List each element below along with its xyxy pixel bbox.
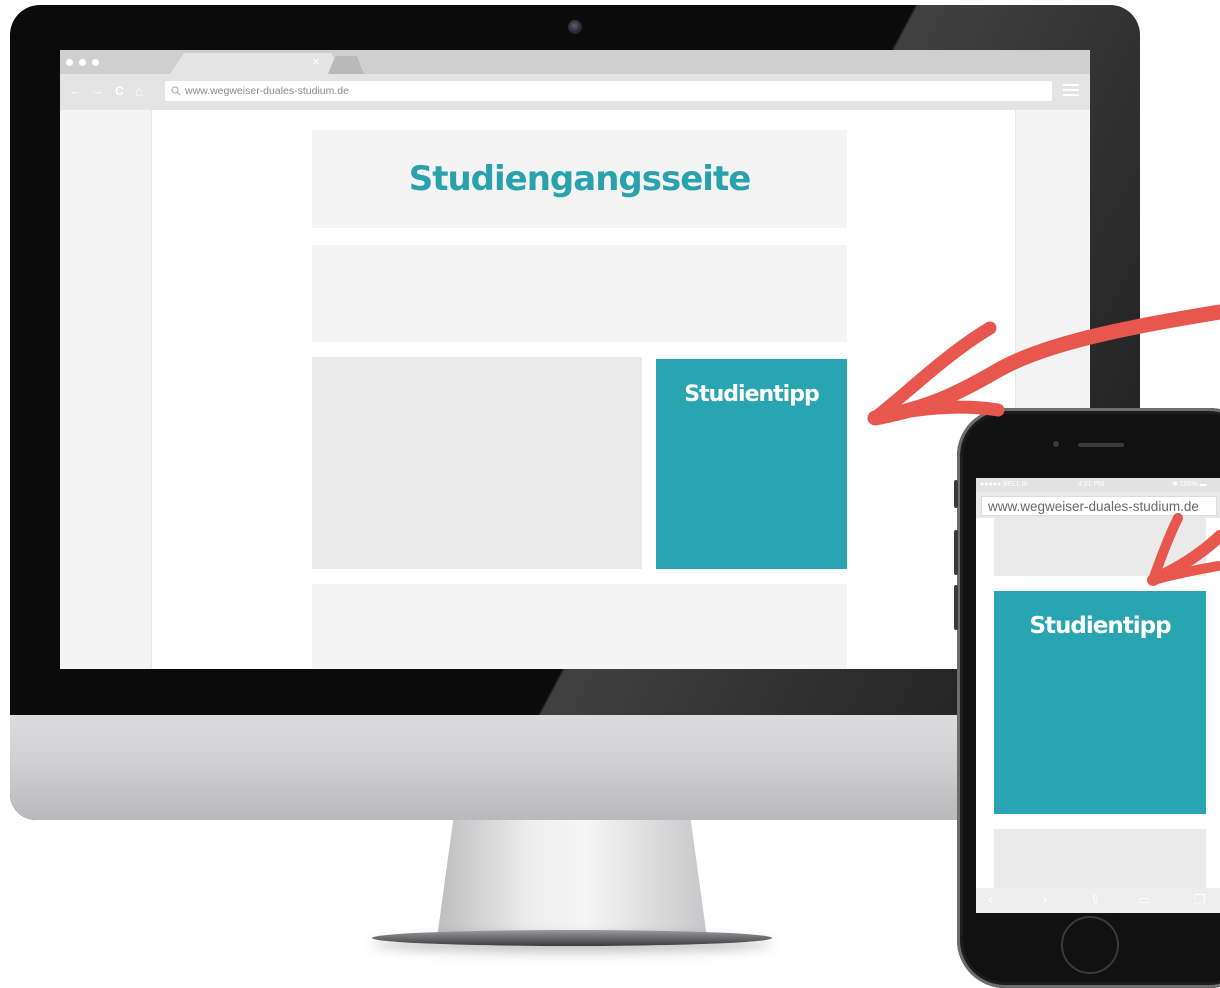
phone-volume-up [954,530,958,575]
window-close-dot[interactable] [66,59,73,66]
carrier-signal: ●●●●● BELL ✉ [980,481,1028,488]
window-zoom-dot[interactable] [92,59,99,66]
browser-window: × ← → C ⌂ www.wegweiser-duales-studium.d… [60,50,1090,669]
address-bar[interactable]: www.wegweiser-duales-studium.de [165,81,1052,101]
home-button[interactable] [1061,916,1119,974]
studientipp-label: Studientipp [684,382,819,407]
chevron-right-icon[interactable]: › [1042,891,1047,909]
address-bar-url: www.wegweiser-duales-studium.de [185,85,349,97]
back-arrow-icon[interactable]: ← [69,82,82,100]
footer-placeholder-block [312,584,847,669]
battery-indicator: ✱ 100% ▬ [1172,481,1207,488]
main-content-placeholder [312,357,642,569]
bookmarks-icon[interactable]: ▭ [1138,891,1150,909]
tab-close-icon[interactable]: × [312,54,320,70]
chevron-left-icon[interactable]: ‹ [988,891,993,909]
phone-address-bar-url: www.wegweiser-duales-studium.de [988,499,1199,514]
phone-volume-down [954,585,958,630]
share-icon[interactable]: ⇧ [1090,891,1101,909]
phone-footer-placeholder [994,829,1206,893]
studientipp-box[interactable]: Studientipp [656,359,847,569]
phone-placeholder-block [994,518,1206,576]
front-camera-icon [1053,441,1059,447]
phone-mute-switch [954,480,958,508]
browser-tab-bar: × [60,50,1090,74]
status-time: 4:21 PM [1078,481,1105,488]
reload-icon[interactable]: C [115,82,124,100]
home-icon[interactable]: ⌂ [135,82,143,100]
phone-studientipp-box[interactable]: Studientipp [994,591,1206,814]
phone-screen: ●●●●● BELL ✉ 4:21 PM ✱ 100% ▬ www.wegwei… [976,478,1220,913]
page-title-block: Studiengangsseite [312,130,847,228]
webcam-icon [568,20,582,34]
imac-stand-base [372,930,772,946]
tabs-icon[interactable]: ❐ [1194,891,1206,909]
hamburger-menu-icon[interactable] [1063,84,1079,98]
phone-bottom-toolbar: ‹ › ⇧ ▭ ❐ [976,888,1220,913]
forward-arrow-icon[interactable]: → [91,82,104,100]
earpiece-speaker [1078,443,1124,447]
phone-status-bar: ●●●●● BELL ✉ 4:21 PM ✱ 100% ▬ [976,478,1220,492]
search-icon [171,86,181,96]
window-minimize-dot[interactable] [79,59,86,66]
content-placeholder-block [312,245,847,342]
page-title: Studiengangsseite [408,159,752,199]
phone-studientipp-label: Studientipp [1029,613,1171,639]
imac-stand [437,820,707,938]
